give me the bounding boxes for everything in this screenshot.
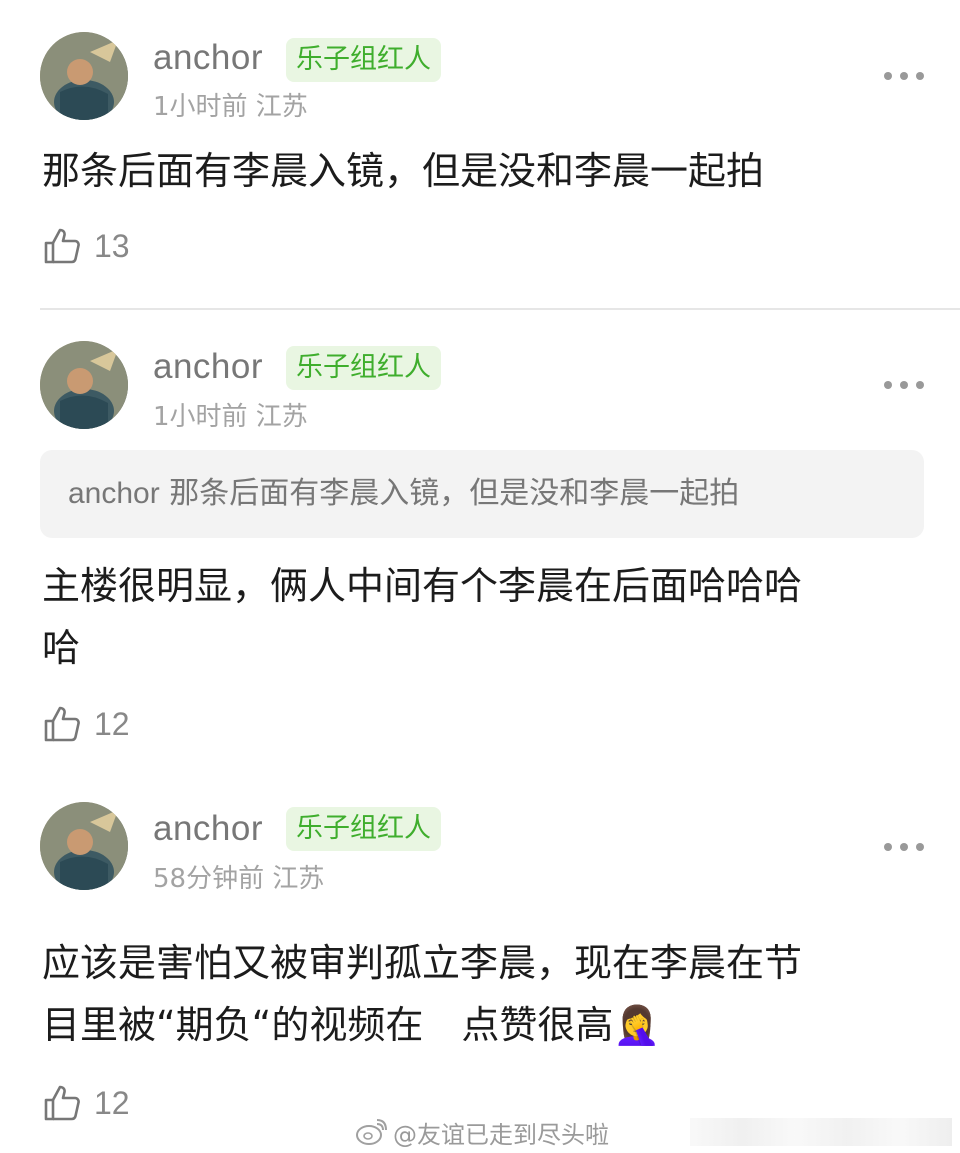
comment-meta: 58分钟前 江苏 (153, 864, 325, 894)
weibo-logo-icon (356, 1119, 387, 1145)
avatar[interactable] (40, 802, 128, 890)
watermark: @友谊已走到尽头啦 (355, 1114, 609, 1150)
more-dots-icon[interactable] (884, 840, 924, 854)
user-badge: 乐子组红人 (286, 807, 441, 851)
comment-text: 应该是害怕又被审判孤立李晨，现在李晨在节 目里被“期负“的视频在 点赞很高🤦‍♀… (42, 932, 922, 1056)
like-button[interactable]: 12 (42, 1081, 130, 1125)
comment-item: anchor 乐子组红人 58分钟前 江苏 应该是害怕又被审判孤立李晨，现在李晨… (0, 0, 960, 1153)
comment-text-line: 应该是害怕又被审判孤立李晨，现在李晨在节 (42, 941, 803, 985)
watermark-text: @友谊已走到尽头啦 (393, 1120, 609, 1149)
blurred-strip (690, 1118, 952, 1146)
comment-text-line: 目里被“期负“的视频在 点赞很高🤦‍♀️ (42, 1003, 661, 1047)
username[interactable]: anchor (153, 809, 263, 849)
avatar-image (40, 802, 128, 890)
thumbs-up-icon (44, 1085, 80, 1121)
like-count: 12 (94, 1084, 130, 1121)
